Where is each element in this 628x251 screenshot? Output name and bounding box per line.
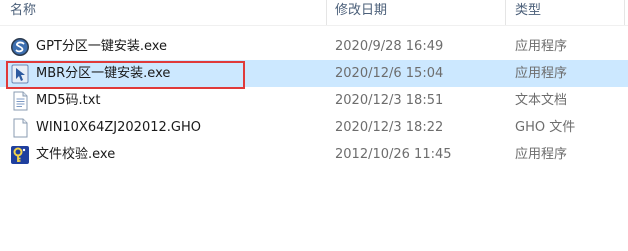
file-date: 2012/10/26 11:45	[335, 147, 452, 162]
file-date: 2020/9/28 16:49	[335, 39, 444, 54]
file-name: MD5码.txt	[36, 93, 101, 108]
column-header-name[interactable]: 名称	[10, 0, 36, 25]
file-date: 2020/12/3 18:22	[335, 120, 444, 135]
column-header-type[interactable]: 类型	[515, 0, 541, 25]
file-type: 文本文档	[515, 93, 568, 108]
file-explorer-view: 名称 修改日期 类型 GPT分区一键安装.exe 2020/9/28 16:49…	[0, 0, 628, 251]
file-row[interactable]: 文件校验.exe 2012/10/26 11:45 应用程序	[0, 141, 628, 168]
file-type: 应用程序	[515, 66, 568, 81]
file-row-selected[interactable]: MBR分区一键安装.exe 2020/12/6 15:04 应用程序	[0, 60, 628, 87]
file-type: GHO 文件	[515, 120, 576, 135]
file-date: 2020/12/6 15:04	[335, 66, 444, 81]
gpt-app-icon	[11, 38, 29, 56]
column-divider[interactable]	[624, 0, 625, 25]
file-row[interactable]: MD5码.txt 2020/12/3 18:51 文本文档	[0, 87, 628, 114]
file-list: GPT分区一键安装.exe 2020/9/28 16:49 应用程序 MBR分区…	[0, 33, 628, 168]
key-app-icon	[11, 146, 29, 164]
column-header-date[interactable]: 修改日期	[335, 0, 387, 25]
file-name: GPT分区一键安装.exe	[36, 39, 168, 54]
file-row[interactable]: GPT分区一键安装.exe 2020/9/28 16:49 应用程序	[0, 33, 628, 60]
file-type: 应用程序	[515, 39, 568, 54]
column-divider[interactable]	[505, 0, 506, 25]
file-type: 应用程序	[515, 147, 568, 162]
file-name: WIN10X64ZJ202012.GHO	[36, 120, 201, 135]
file-name: 文件校验.exe	[36, 147, 116, 162]
column-divider[interactable]	[326, 0, 327, 25]
mbr-app-icon	[11, 64, 29, 84]
blank-file-icon	[13, 118, 28, 138]
column-header-bar: 名称 修改日期 类型	[0, 0, 628, 26]
file-name: MBR分区一键安装.exe	[36, 66, 171, 81]
file-date: 2020/12/3 18:51	[335, 93, 444, 108]
text-file-icon	[13, 91, 28, 111]
file-row[interactable]: WIN10X64ZJ202012.GHO 2020/12/3 18:22 GHO…	[0, 114, 628, 141]
